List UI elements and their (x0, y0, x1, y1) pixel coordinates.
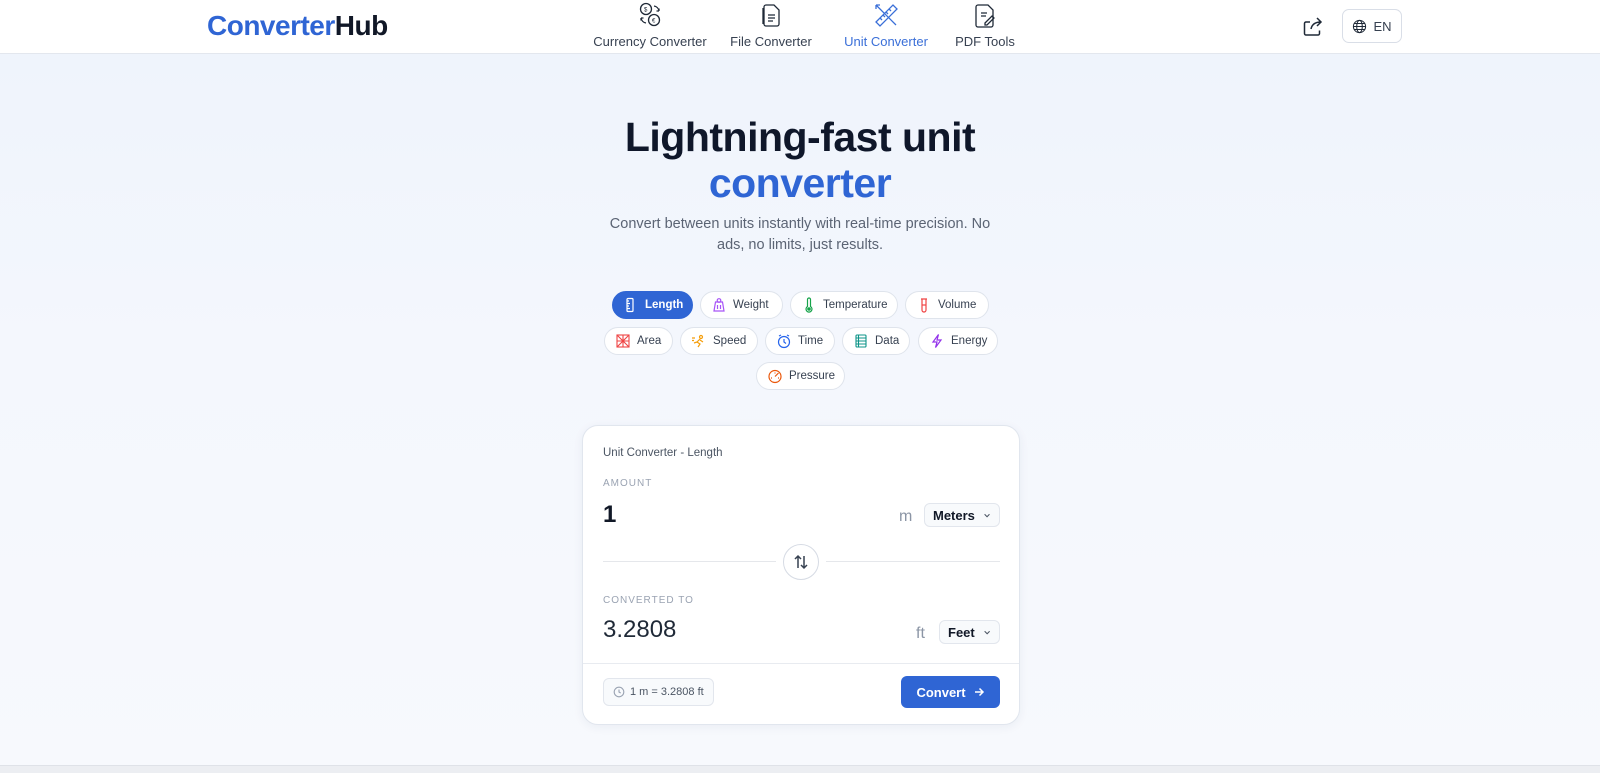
chevron-down-icon (984, 513, 990, 517)
amount-input[interactable]: 1 (603, 501, 616, 529)
svg-text:€: € (652, 19, 656, 25)
category-label: Area (637, 335, 662, 347)
category-label: Energy (951, 335, 988, 347)
hero-title-line1: Lightning-fast unit (624, 114, 976, 160)
converter-card: Unit Converter - Length AMOUNT 1 m Meter… (582, 425, 1020, 725)
category-energy[interactable]: Energy (918, 327, 998, 355)
nav-item-pdf-tools[interactable]: PDF Tools (940, 0, 1030, 54)
amount-label: AMOUNT (603, 478, 653, 489)
result-label: CONVERTED TO (603, 595, 694, 606)
category-area[interactable]: Area (604, 327, 673, 355)
convert-button[interactable]: Convert (901, 676, 1000, 708)
category-label: Speed (713, 335, 747, 347)
brand-part1: Converter (207, 10, 335, 41)
category-speed[interactable]: Speed (680, 327, 758, 355)
category-label: Pressure (789, 370, 836, 382)
converter-title: Unit Converter - Length (603, 447, 723, 459)
gauge-icon (768, 369, 782, 384)
thermometer-icon (805, 297, 813, 313)
brand-logo[interactable]: ConverterHub (207, 10, 388, 42)
conversion-rate-chip: 1 m = 3.2808 ft (603, 678, 714, 706)
language-code: EN (1373, 18, 1392, 34)
nav-label: Currency Converter (593, 34, 707, 49)
nav-item-currency-converter[interactable]: $ € Currency Converter (590, 0, 710, 54)
from-unit-select[interactable]: Meters (924, 503, 1000, 527)
brand-part2: Hub (334, 10, 388, 41)
category-pressure[interactable]: Pressure (756, 362, 845, 390)
from-unit-value: Meters (933, 507, 975, 523)
ruler-pencil-icon (875, 4, 898, 27)
nav-item-unit-converter[interactable]: Unit Converter (832, 0, 940, 54)
divider-right (826, 561, 1000, 562)
hero-subtitle: Convert between units instantly with rea… (609, 216, 991, 253)
divider-left (603, 561, 776, 562)
chevron-down-icon (984, 630, 990, 634)
language-selector[interactable]: EN (1342, 9, 1402, 43)
category-label: Length (645, 299, 684, 311)
file-icon (762, 4, 780, 27)
category-label: Volume (938, 299, 977, 311)
hero-title-line2: converter (708, 160, 892, 206)
from-unit-symbol: m (899, 508, 913, 525)
nav-item-file-converter[interactable]: File Converter (710, 0, 832, 54)
weight-icon (713, 298, 725, 312)
to-unit-symbol: ft (916, 625, 925, 642)
category-time[interactable]: Time (765, 327, 835, 355)
main-nav: $ € Currency Converter File Converter Un… (590, 0, 1030, 54)
clock-icon (777, 334, 791, 349)
svg-text:$: $ (644, 8, 648, 14)
speed-icon (692, 334, 704, 348)
share-icon[interactable] (1300, 14, 1326, 40)
lightning-icon (931, 334, 943, 348)
pdf-edit-icon (975, 4, 995, 28)
category-label: Time (798, 335, 824, 347)
category-data[interactable]: Data (842, 327, 910, 355)
nav-label: File Converter (730, 34, 812, 49)
convert-button-label: Convert (916, 684, 966, 700)
hero-title: Lightning-fast unit converter (0, 114, 1600, 206)
database-icon (855, 334, 867, 348)
clock-icon (613, 686, 625, 698)
nav-label: Unit Converter (844, 34, 928, 49)
globe-icon (1353, 19, 1367, 33)
result-value: 3.2808 (603, 616, 677, 643)
category-volume[interactable]: Volume (905, 291, 989, 319)
category-label: Weight (733, 299, 769, 311)
to-unit-value: Feet (948, 624, 975, 640)
nav-label: PDF Tools (955, 34, 1015, 49)
card-footer-divider (583, 663, 1019, 664)
coins-exchange-icon: $ € (639, 2, 661, 27)
area-icon (616, 334, 630, 348)
to-unit-select[interactable]: Feet (939, 620, 1000, 644)
arrow-right-icon (974, 687, 984, 697)
category-label: Data (875, 335, 900, 347)
bottom-strip (0, 765, 1600, 773)
conversion-rate-text: 1 m = 3.2808 ft (630, 686, 704, 698)
category-label: Temperature (823, 299, 888, 311)
category-length[interactable]: Length (612, 291, 693, 319)
top-header: ConverterHub $ € Currency Converter File… (0, 0, 1600, 54)
ruler-icon (626, 297, 634, 313)
swap-units-button[interactable] (783, 544, 819, 580)
swap-arrows-icon (794, 554, 808, 570)
category-temperature[interactable]: Temperature (790, 291, 898, 319)
beaker-icon (921, 298, 927, 313)
category-weight[interactable]: Weight (700, 291, 783, 319)
